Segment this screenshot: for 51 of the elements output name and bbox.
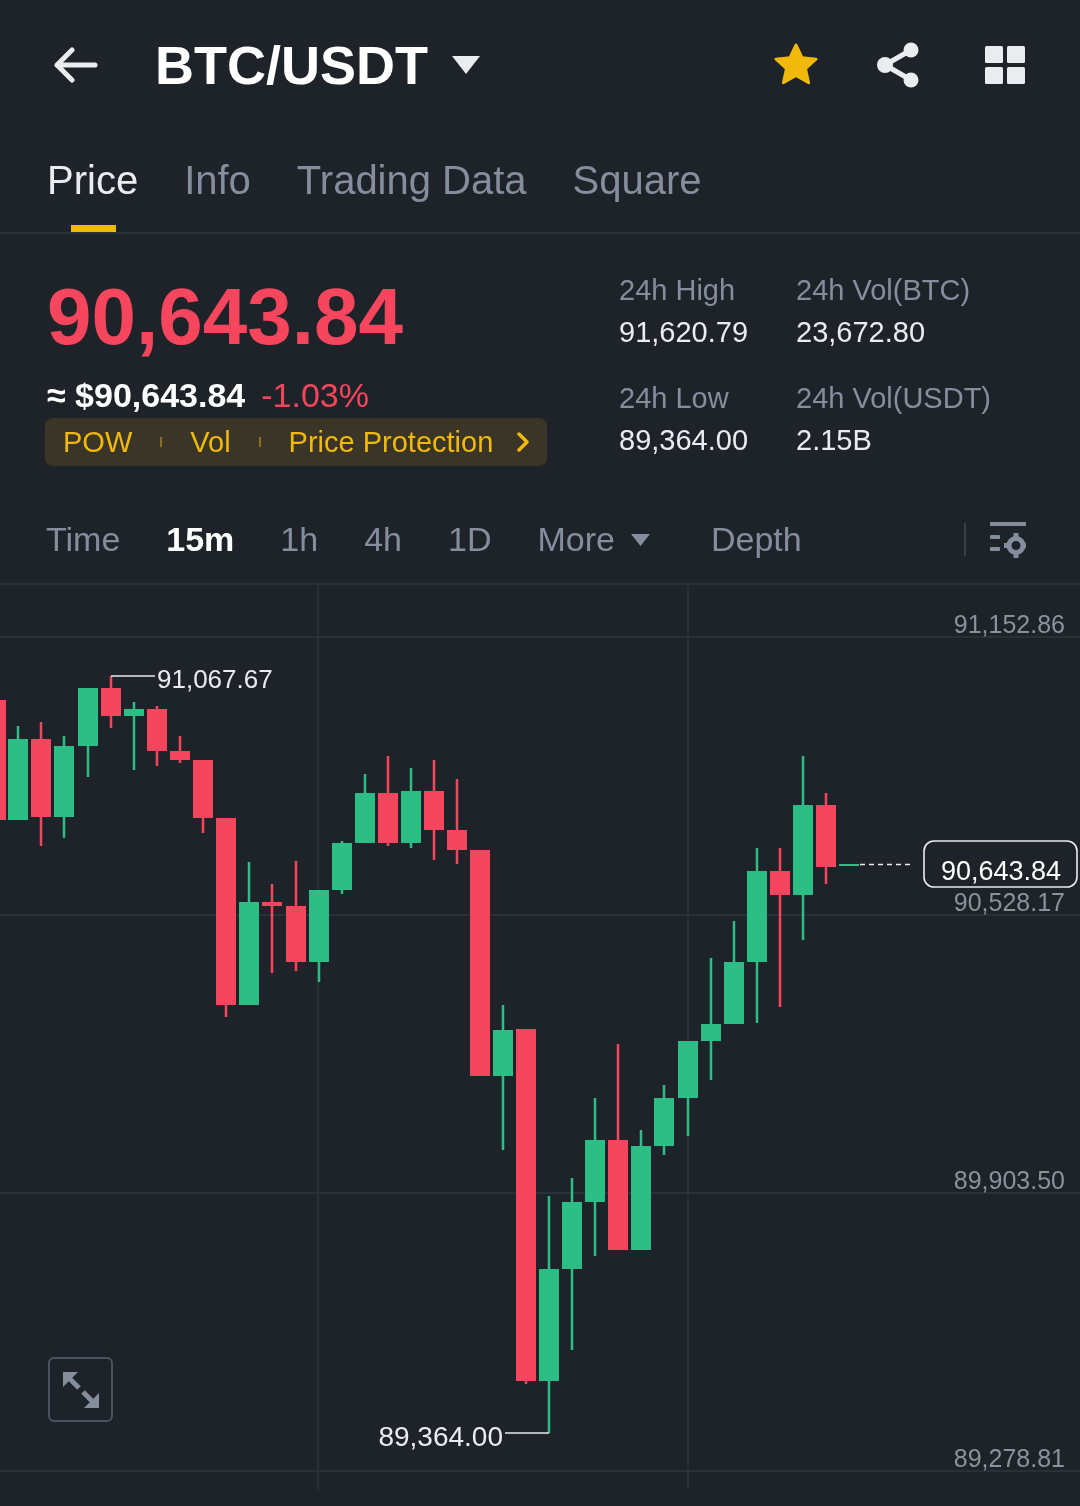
stat-value: 91,620.79 [619,315,749,350]
candle [355,774,375,843]
pair-selector[interactable]: BTC/USDT [155,38,480,92]
caret-icon [630,533,650,546]
tag-label[interactable]: Vol [190,424,231,460]
last-price-label: 90,643.84 [923,840,1078,888]
tab[interactable]: Info [184,130,251,232]
tab[interactable]: Price [47,130,139,232]
stat-value: 89,364.00 [619,423,749,458]
fiat-price: ≈ $90,643.84 [47,375,246,416]
back-icon[interactable] [52,47,98,83]
price-axis-label: 89,278.81 [953,1444,1065,1472]
interval-tab[interactable]: Time [46,519,121,560]
last-price: 90,643.84 [47,277,403,357]
high-price-label: 91,067.67 [157,664,273,694]
price-axis-label: 90,528.17 [953,888,1065,916]
candle [170,736,190,763]
tab[interactable]: Square [572,130,702,232]
dropdown-tab[interactable]: More [537,519,650,560]
tag-label[interactable]: Price Protection [288,424,494,460]
tab[interactable]: Trading Data [296,130,527,232]
price-change: -1.03% [261,375,369,416]
grid-icon[interactable] [985,46,1025,84]
candle [124,702,144,770]
price-axis-label: 89,903.50 [953,1166,1065,1194]
expand-icon [62,1371,99,1408]
low-price-label: 89,364.00 [378,1421,503,1452]
price-axis-label: 91,152.86 [953,610,1065,638]
stat-label: 24h High [619,273,737,308]
leader-line [110,675,156,677]
candle [654,1085,674,1155]
candle [147,706,167,766]
share-icon[interactable] [876,42,920,88]
stat-label: 24h Vol(BTC) [796,273,972,308]
candle [332,841,352,894]
stat-value: 23,672.80 [796,315,926,350]
expand-button[interactable] [48,1357,113,1422]
stat-label: 24h Vol(USDT) [796,381,991,416]
tag-label[interactable]: POW [63,424,133,460]
chevron-right-icon[interactable] [517,432,530,452]
leader-line [504,1432,550,1434]
interval-tab[interactable]: 4h [364,519,402,560]
interval-tab[interactable]: 1D [448,519,492,560]
settings-icon[interactable] [990,521,1026,558]
stat-label: 24h Low [619,381,730,416]
interval-tab[interactable]: 15m [166,519,235,560]
stat-value: 2.15B [796,423,873,458]
candle [101,676,121,728]
interval-tab[interactable]: Depth [710,519,802,560]
interval-tab[interactable]: 1h [280,519,319,560]
caret-icon [452,56,480,74]
